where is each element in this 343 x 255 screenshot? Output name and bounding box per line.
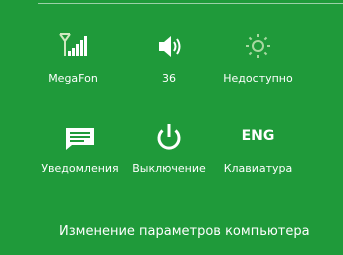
network-tile[interactable]: MegaFon: [31, 31, 115, 101]
top-divider: [38, 0, 343, 4]
brightness-tile[interactable]: Недоступно: [216, 31, 300, 101]
speaker-volume-icon: [159, 36, 181, 57]
signal-bars-icon: [59, 33, 87, 56]
power-icon: [157, 124, 181, 150]
keyboard-label: Клавиатура: [223, 162, 293, 175]
notifications-icon: [66, 128, 94, 150]
volume-label: 36: [162, 72, 176, 85]
power-tile[interactable]: Выключение: [127, 121, 211, 191]
brightness-sun-icon: [246, 34, 270, 58]
change-pc-settings-link[interactable]: Изменение параметров компьютера: [59, 224, 310, 240]
volume-tile[interactable]: 36: [127, 31, 211, 101]
keyboard-language-icon: ENG: [241, 121, 275, 155]
keyboard-language-code: ENG: [241, 128, 275, 144]
power-label: Выключение: [132, 162, 206, 175]
keyboard-tile[interactable]: ENG Клавиатура: [216, 121, 300, 191]
notifications-label: Уведомления: [41, 162, 119, 175]
network-label: MegaFon: [48, 72, 98, 85]
notifications-tile[interactable]: Уведомления: [38, 121, 122, 191]
brightness-label: Недоступно: [223, 72, 293, 85]
